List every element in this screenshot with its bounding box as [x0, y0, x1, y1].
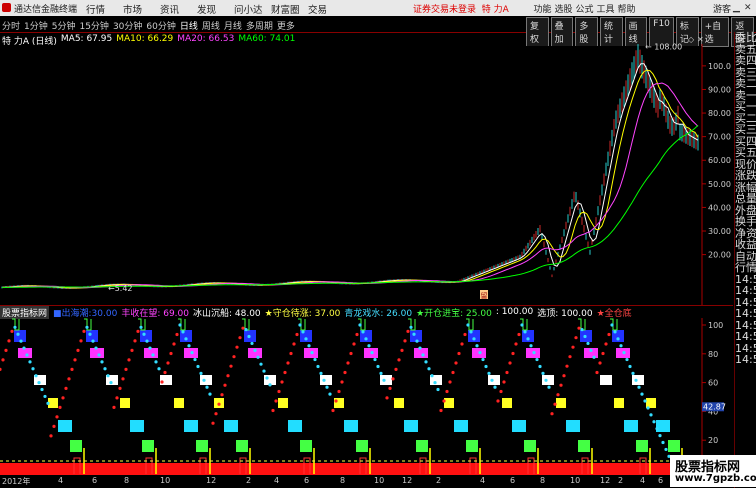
date-axis: 2012年4681012246810122468101224681112: [0, 475, 734, 487]
watermark: 股票指标网 www.7gpzb.com: [670, 455, 756, 487]
quote-label-10: 买五: [735, 146, 756, 159]
date-tick-8: 6: [304, 476, 310, 485]
date-tick-18: 2: [618, 476, 624, 485]
quote-label-8: 买三: [735, 123, 756, 136]
quote-label-20: 行情: [735, 261, 756, 274]
quote-panel: 委比 卖五 卖四 卖三 卖二 卖一 买一 买二 买三 买四 买五 现价 涨跌 涨幅 总量 外盘 换手 净资 收益 自动…: [734, 32, 756, 488]
indicator-axis: 100806040200: [701, 318, 723, 475]
date-tick-19: 4: [640, 476, 646, 485]
indicator-chart[interactable]: 10080604020042.87: [0, 0, 734, 487]
quote-label-22: 14:5: [735, 284, 756, 297]
date-tick-16: 10: [570, 476, 581, 485]
date-tick-4: 10: [160, 476, 171, 485]
date-tick-20: 6: [658, 476, 664, 485]
date-tick-13: 4: [480, 476, 486, 485]
date-tick-2: 6: [92, 476, 98, 485]
date-tick-11: 12: [402, 476, 413, 485]
indicator-tick: 100: [708, 321, 723, 330]
quote-label-26: 14:5: [735, 330, 756, 343]
indicator-tick: 20: [708, 436, 718, 445]
date-tick-0: 2012年: [2, 477, 31, 486]
date-tick-10: 10: [374, 476, 385, 485]
quote-label-4: 卖二: [735, 77, 756, 90]
date-tick-6: 2: [246, 476, 252, 485]
quote-label-28: 14:5: [735, 353, 756, 366]
indicator-tick: 60: [708, 379, 718, 388]
date-tick-3: 8: [124, 476, 130, 485]
date-tick-12: 2: [436, 476, 442, 485]
quote-label-2: 卖四: [735, 54, 756, 67]
quote-label-16: 换手: [735, 215, 756, 228]
indicator-tick: 80: [708, 350, 718, 359]
date-tick-15: 8: [540, 476, 546, 485]
date-tick-5: 12: [206, 476, 217, 485]
minimize-icon[interactable]: ▁: [733, 3, 742, 13]
quote-label-0: 委比: [735, 31, 756, 44]
indicator-value-label: 42.87: [703, 402, 726, 411]
bottom-signal-band: [0, 463, 702, 475]
date-tick-14: 6: [510, 476, 516, 485]
date-tick-9: 8: [340, 476, 346, 485]
quote-label-12: 涨跌: [735, 169, 756, 182]
oscillator-dots: [0, 323, 701, 468]
date-tick-7: 4: [274, 476, 280, 485]
quote-label-14: 总量: [735, 192, 756, 205]
close-icon[interactable]: ✕: [744, 3, 753, 13]
signal-blocks: [12, 318, 683, 474]
quote-label-18: 收益: [735, 238, 756, 251]
quote-label-24: 14:5: [735, 307, 756, 320]
quote-label-6: 买一: [735, 100, 756, 113]
date-tick-1: 4: [58, 476, 64, 485]
date-tick-17: 12: [600, 476, 611, 485]
